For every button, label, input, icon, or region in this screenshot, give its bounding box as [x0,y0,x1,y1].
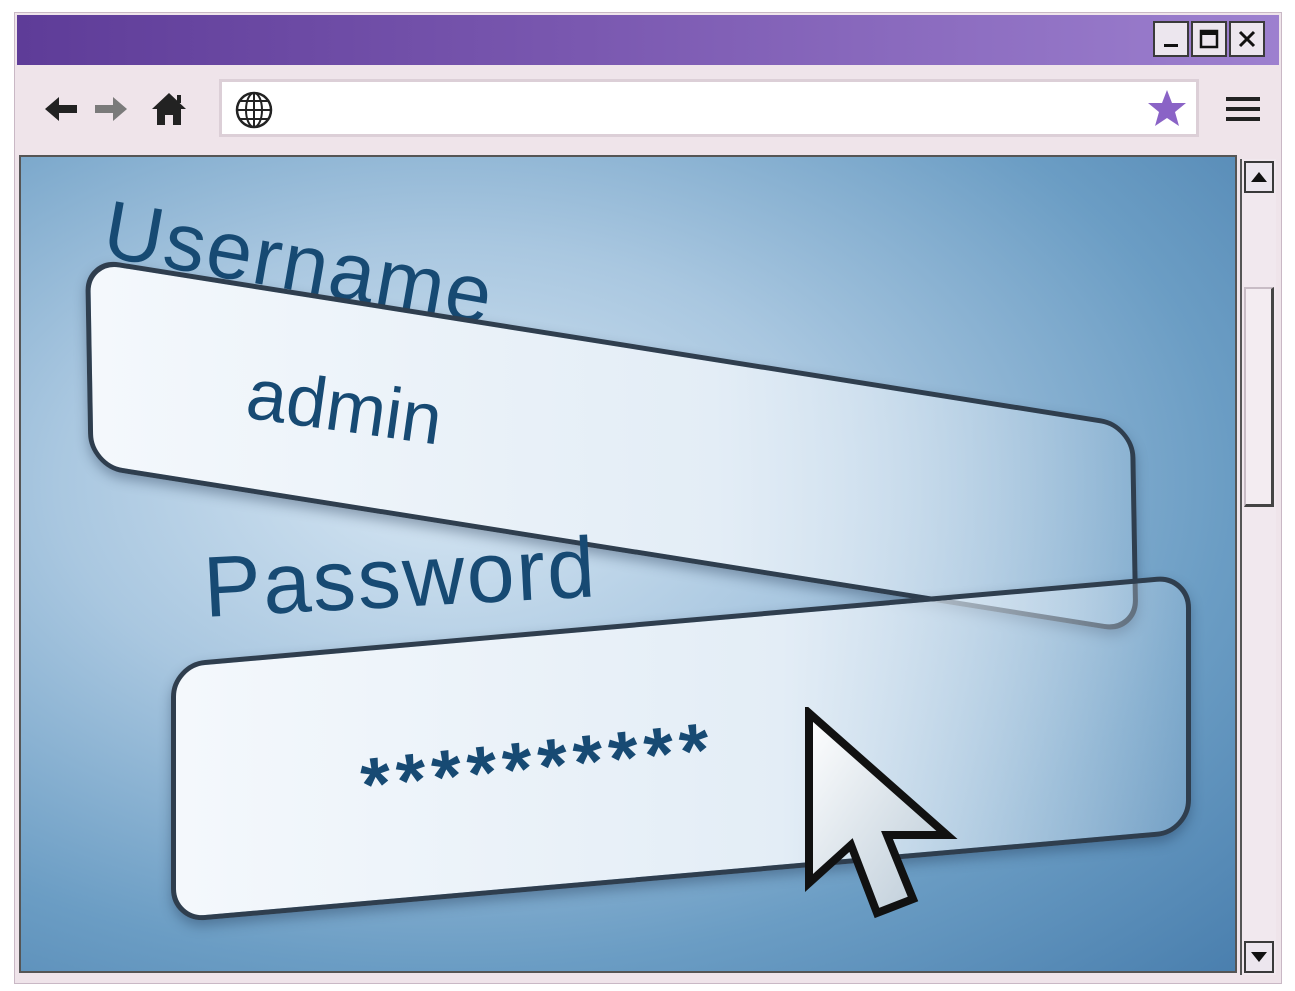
window-controls [1153,21,1265,57]
scroll-up-button[interactable] [1244,161,1274,193]
menu-icon [1226,97,1260,121]
home-button[interactable] [149,89,189,129]
title-bar[interactable] [17,15,1279,65]
password-label: Password [201,519,600,636]
scroll-down-button[interactable] [1244,941,1274,973]
url-input[interactable] [284,88,1148,130]
menu-button[interactable] [1223,89,1263,129]
address-bar[interactable] [219,79,1199,137]
up-arrow-icon [1251,172,1267,182]
back-button[interactable] [41,89,81,129]
down-arrow-icon [1251,952,1267,962]
minimize-icon [1164,44,1178,47]
forward-button[interactable] [91,89,131,129]
close-button[interactable] [1229,21,1265,57]
browser-window: Username admin Password ********** [14,12,1282,984]
globe-icon [235,91,273,129]
vertical-scrollbar[interactable] [1240,159,1276,975]
home-icon [152,93,186,125]
page-content: Username admin Password ********** [19,155,1237,973]
mouse-cursor-icon [805,707,958,919]
maximize-icon [1199,29,1219,49]
forward-arrow-icon [95,97,127,121]
bookmark-star-icon[interactable] [1146,88,1188,130]
login-illustration: Username admin Password ********** [21,157,1235,971]
minimize-button[interactable] [1153,21,1189,57]
maximize-button[interactable] [1191,21,1227,57]
close-icon [1238,30,1256,48]
back-arrow-icon [45,97,77,121]
navigation-bar [17,67,1279,149]
scrollbar-thumb[interactable] [1244,287,1274,507]
